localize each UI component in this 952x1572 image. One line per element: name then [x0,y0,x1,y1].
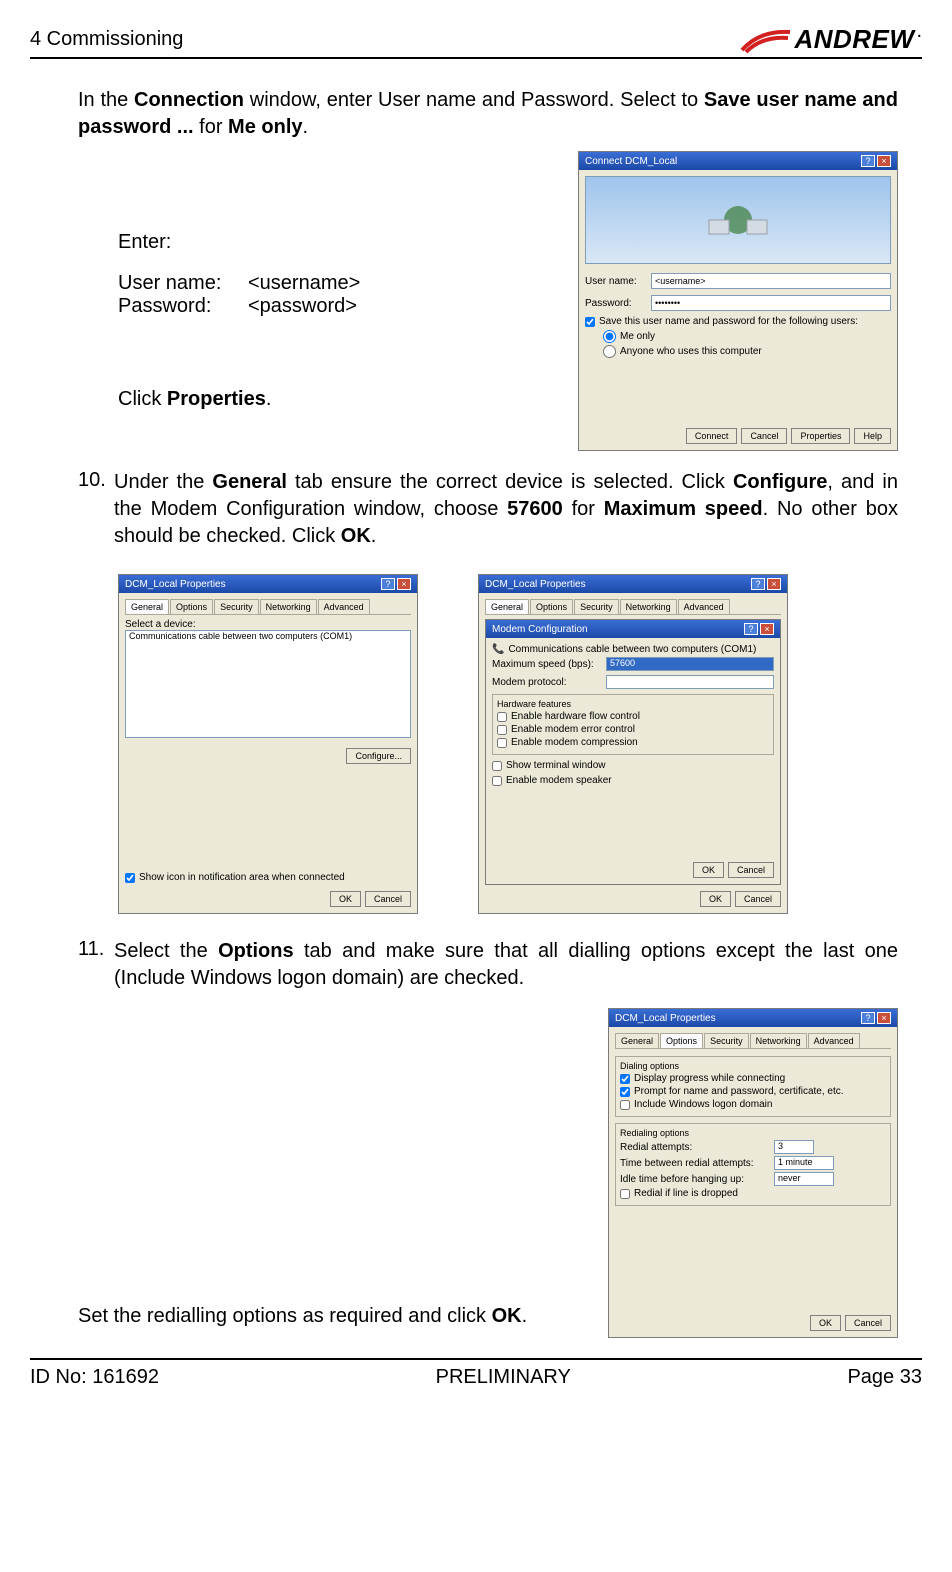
credentials-text: Enter: User name:<username> Password:<pa… [78,151,360,451]
password-input[interactable] [651,295,891,311]
doc-status: PRELIMINARY [436,1366,571,1389]
close-icon[interactable]: × [760,623,774,635]
red-swoosh-icon [740,26,792,54]
properties-general-dialog: DCM_Local Properties ?× General Options … [118,574,418,914]
tab-general[interactable]: General [615,1033,659,1048]
max-speed-select[interactable]: 57600 [606,657,774,671]
logo-dot: . [916,20,922,43]
page-footer: ID No: 161692 PRELIMINARY Page 33 [30,1358,922,1389]
show-icon-checkbox[interactable] [125,873,135,883]
select-device-label: Select a device: [125,619,411,630]
tab-advanced[interactable]: Advanced [678,599,730,614]
ok-button[interactable]: OK [693,862,724,878]
configure-button[interactable]: Configure... [346,748,411,764]
cancel-button[interactable]: Cancel [845,1315,891,1331]
protocol-select[interactable] [606,675,774,689]
ok-button[interactable]: OK [330,891,361,907]
properties-button[interactable]: Properties [791,428,850,444]
help-icon[interactable]: ? [381,578,395,590]
close-icon[interactable]: × [877,155,891,167]
password-label: Password: [585,298,645,309]
cancel-button[interactable]: Cancel [365,891,411,907]
redial-attempts-input[interactable]: 3 [774,1140,814,1154]
step-11: 11. Select the Options tab and make sure… [78,938,898,998]
device-select[interactable]: Communications cable between two compute… [125,630,411,738]
tab-networking[interactable]: Networking [260,599,317,614]
anyone-radio[interactable] [603,345,616,358]
intro-paragraph: In the Connection window, enter User nam… [78,87,898,141]
username-input[interactable] [651,273,891,289]
tab-options[interactable]: Options [170,599,213,614]
tab-advanced[interactable]: Advanced [808,1033,860,1048]
close-icon[interactable]: × [877,1012,891,1024]
redial-dropped-checkbox[interactable] [620,1189,630,1199]
hw-flow-checkbox[interactable] [497,712,507,722]
modem-compress-checkbox[interactable] [497,738,507,748]
properties-options-dialog: DCM_Local Properties ?× General Options … [608,1008,898,1338]
tab-advanced[interactable]: Advanced [318,599,370,614]
tab-security[interactable]: Security [704,1033,749,1048]
cancel-button[interactable]: Cancel [741,428,787,444]
cancel-button[interactable]: Cancel [728,862,774,878]
brand-logo: ANDREW . [740,24,922,55]
username-label: User name: [585,276,645,287]
tab-networking[interactable]: Networking [750,1033,807,1048]
tabs: General Options Security Networking Adva… [125,599,411,615]
dialog-titlebar: Connect DCM_Local ? × [579,152,897,170]
page-number: Page 33 [847,1366,922,1389]
step-10: 10. Under the General tab ensure the cor… [78,469,898,556]
display-progress-checkbox[interactable] [620,1074,630,1084]
prompt-name-checkbox[interactable] [620,1087,630,1097]
me-only-radio[interactable] [603,330,616,343]
help-icon[interactable]: ? [744,623,758,635]
help-icon[interactable]: ? [861,155,875,167]
tab-general[interactable]: General [485,599,529,614]
tab-security[interactable]: Security [574,599,619,614]
tab-security[interactable]: Security [214,599,259,614]
connection-hero-image [585,176,891,264]
ok-button[interactable]: OK [700,891,731,907]
doc-id: ID No: 161692 [30,1366,159,1389]
cancel-button[interactable]: Cancel [735,891,781,907]
connect-button[interactable]: Connect [686,428,738,444]
page-header: 4 Commissioning ANDREW . [30,24,922,59]
ok-button[interactable]: OK [810,1315,841,1331]
logo-text: ANDREW [794,24,914,55]
tab-networking[interactable]: Networking [620,599,677,614]
tab-options[interactable]: Options [660,1033,703,1048]
show-terminal-checkbox[interactable] [492,761,502,771]
modem-error-checkbox[interactable] [497,725,507,735]
options-footer-text: Set the redialling options as required a… [78,1008,588,1338]
connect-dialog: Connect DCM_Local ? × User name: [578,151,898,451]
save-credentials-checkbox[interactable] [585,317,595,327]
close-icon[interactable]: × [397,578,411,590]
tab-options[interactable]: Options [530,599,573,614]
help-icon[interactable]: ? [751,578,765,590]
time-between-select[interactable]: 1 minute [774,1156,834,1170]
modem-config-dialog: DCM_Local Properties ?× General Options … [478,574,788,914]
modem-icon: 📞 [492,644,504,655]
logon-domain-checkbox[interactable] [620,1100,630,1110]
chapter-title: 4 Commissioning [30,28,183,55]
tab-general[interactable]: General [125,599,169,614]
idle-time-select[interactable]: never [774,1172,834,1186]
help-icon[interactable]: ? [861,1012,875,1024]
help-button[interactable]: Help [854,428,891,444]
close-icon[interactable]: × [767,578,781,590]
speaker-checkbox[interactable] [492,776,502,786]
